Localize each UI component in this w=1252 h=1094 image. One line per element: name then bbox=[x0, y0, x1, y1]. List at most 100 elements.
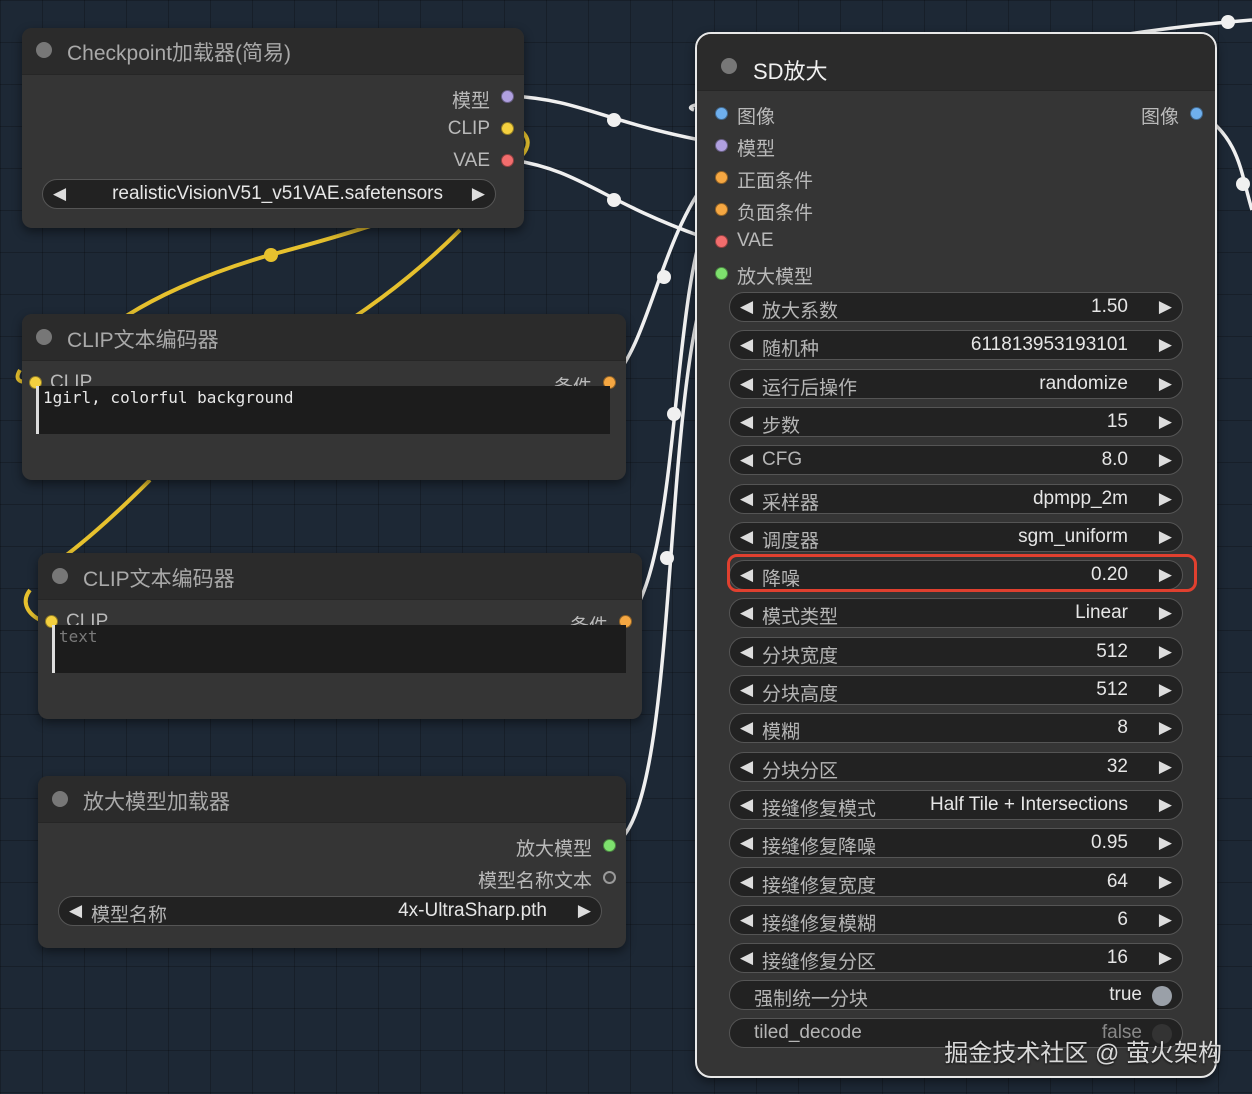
arrow-right-icon[interactable]: ▶ bbox=[1159, 527, 1172, 547]
widget-row[interactable]: ◀ 运行后操作 randomize ▶ bbox=[729, 368, 1183, 399]
watermark: 掘金技术社区 @ 萤火架构 bbox=[944, 1040, 1222, 1067]
arrow-right-icon[interactable]: ▶ bbox=[1159, 450, 1172, 470]
arrow-right-icon[interactable]: ▶ bbox=[1159, 718, 1172, 738]
node-header[interactable]: CLIP文本编码器 bbox=[38, 553, 642, 600]
checkpoint-loader-node[interactable]: Checkpoint加载器(简易) 模型 CLIP VAE ◀ realisti… bbox=[22, 28, 524, 228]
model-input-slot-icon[interactable] bbox=[715, 139, 728, 152]
arrow-left-icon[interactable]: ◀ bbox=[740, 489, 753, 509]
arrow-right-icon[interactable]: ▶ bbox=[1159, 872, 1172, 892]
node-header[interactable]: SD放大 bbox=[697, 34, 1215, 91]
widget-row[interactable]: ◀ 放大系数 1.50 ▶ bbox=[729, 292, 1183, 322]
ckpt-name-combo[interactable]: ◀ realisticVisionV51_v51VAE.safetensors … bbox=[42, 179, 496, 209]
arrow-right-icon[interactable]: ▶ bbox=[1159, 297, 1172, 317]
arrow-left-icon[interactable]: ◀ bbox=[740, 374, 753, 394]
negative-input-slot-icon[interactable] bbox=[715, 203, 728, 216]
arrow-left-icon[interactable]: ◀ bbox=[740, 412, 753, 432]
image-output-slot-icon[interactable] bbox=[1190, 107, 1203, 120]
arrow-right-icon[interactable]: ▶ bbox=[1159, 757, 1172, 777]
arrow-left-icon[interactable]: ◀ bbox=[740, 450, 753, 470]
arrow-left-icon[interactable]: ◀ bbox=[53, 184, 66, 204]
widget-value: 6 bbox=[1117, 908, 1128, 930]
widget-row[interactable]: ◀ 模式类型 Linear ▶ bbox=[729, 598, 1183, 629]
collapse-dot-icon[interactable] bbox=[52, 791, 68, 807]
widget-row[interactable]: ◀ 分块分区 32 ▶ bbox=[729, 751, 1183, 782]
arrow-right-icon[interactable]: ▶ bbox=[1159, 412, 1172, 432]
widget-row[interactable]: ◀ 接缝修复宽度 64 ▶ bbox=[729, 866, 1183, 897]
arrow-left-icon[interactable]: ◀ bbox=[740, 603, 753, 623]
arrow-left-icon[interactable]: ◀ bbox=[740, 757, 753, 777]
widget-row[interactable]: ◀ 采样器 dpmpp_2m ▶ bbox=[729, 483, 1183, 514]
positive-input-slot-icon[interactable] bbox=[715, 171, 728, 184]
arrow-left-icon[interactable]: ◀ bbox=[740, 335, 753, 355]
widget-row[interactable]: ◀ 分块高度 512 ▶ bbox=[729, 675, 1183, 705]
arrow-left-icon[interactable]: ◀ bbox=[740, 910, 753, 930]
collapse-dot-icon[interactable] bbox=[36, 329, 52, 345]
arrow-left-icon[interactable]: ◀ bbox=[69, 901, 82, 921]
widget-row[interactable]: ◀ CFG 8.0 ▶ bbox=[729, 445, 1183, 476]
arrow-left-icon[interactable]: ◀ bbox=[740, 680, 753, 700]
arrow-right-icon[interactable]: ▶ bbox=[472, 184, 485, 204]
node-header[interactable]: 放大模型加载器 bbox=[38, 776, 626, 823]
widget-label: 采样器 bbox=[762, 492, 820, 514]
arrow-right-icon[interactable]: ▶ bbox=[1159, 603, 1172, 623]
arrow-right-icon[interactable]: ▶ bbox=[1159, 795, 1172, 815]
arrow-right-icon[interactable]: ▶ bbox=[1159, 833, 1172, 853]
toggle-knob-icon[interactable] bbox=[1152, 986, 1172, 1006]
collapse-dot-icon[interactable] bbox=[36, 42, 52, 58]
node-header[interactable]: CLIP文本编码器 bbox=[22, 314, 626, 361]
arrow-right-icon[interactable]: ▶ bbox=[578, 901, 591, 921]
clip-slot-icon[interactable] bbox=[501, 122, 514, 135]
widget-value: 64 bbox=[1106, 870, 1128, 892]
widget-row[interactable]: ◀ 调度器 sgm_uniform ▶ bbox=[729, 521, 1183, 552]
arrow-left-icon[interactable]: ◀ bbox=[740, 872, 753, 892]
widget-value: 611813953193101 bbox=[970, 334, 1128, 356]
widget-row[interactable]: ◀ 接缝修复模式 Half Tile + Intersections ▶ bbox=[729, 789, 1183, 820]
arrow-right-icon[interactable]: ▶ bbox=[1159, 948, 1172, 968]
model-slot-icon[interactable] bbox=[501, 90, 514, 103]
arrow-left-icon[interactable]: ◀ bbox=[740, 718, 753, 738]
node-header[interactable]: Checkpoint加载器(简易) bbox=[22, 28, 524, 75]
prompt-textarea[interactable]: 1girl, colorful background bbox=[36, 386, 610, 434]
prompt-textarea[interactable]: text bbox=[52, 625, 626, 673]
image-input-slot-icon[interactable] bbox=[715, 107, 728, 120]
collapse-dot-icon[interactable] bbox=[52, 568, 68, 584]
arrow-left-icon[interactable]: ◀ bbox=[740, 833, 753, 853]
arrow-left-icon[interactable]: ◀ bbox=[740, 948, 753, 968]
vae-slot-icon[interactable] bbox=[501, 154, 514, 167]
arrow-right-icon[interactable]: ▶ bbox=[1159, 642, 1172, 662]
vae-input-slot-icon[interactable] bbox=[715, 235, 728, 248]
output-label-vae: VAE bbox=[453, 150, 490, 171]
upscale-model-loader-node[interactable]: 放大模型加载器 放大模型 模型名称文本 ◀ 模型名称 4x-UltraSharp… bbox=[38, 776, 626, 948]
arrow-left-icon[interactable]: ◀ bbox=[740, 527, 753, 547]
widget-row[interactable]: ◀ 接缝修复分区 16 ▶ bbox=[729, 943, 1183, 974]
widget-label: 分块分区 bbox=[762, 760, 839, 782]
widget-row[interactable]: ◀ 模糊 8 ▶ bbox=[729, 713, 1183, 744]
widget-row[interactable]: ◀ 步数 15 ▶ bbox=[729, 406, 1183, 437]
arrow-right-icon[interactable]: ▶ bbox=[1159, 910, 1172, 930]
widget-label: 接缝修复分区 bbox=[762, 952, 877, 974]
denoise-highlight-box bbox=[727, 554, 1197, 592]
widget-row[interactable]: ◀ 接缝修复降噪 0.95 ▶ bbox=[729, 828, 1183, 859]
arrow-left-icon[interactable]: ◀ bbox=[740, 795, 753, 815]
widget-row[interactable]: ◀ 分块宽度 512 ▶ bbox=[729, 636, 1183, 667]
collapse-dot-icon[interactable] bbox=[721, 58, 737, 74]
widget-row[interactable]: ◀ 随机种 611813953193101 ▶ bbox=[729, 330, 1183, 361]
widget-label: 分块高度 bbox=[762, 684, 839, 705]
widget-row[interactable]: ◀ 接缝修复模糊 6 ▶ bbox=[729, 904, 1183, 935]
output-label-conditioning: 条件 bbox=[570, 611, 608, 625]
clip-text-encode-node-negative[interactable]: CLIP文本编码器 CLIP 条件 text bbox=[38, 553, 642, 719]
clip-text-encode-node-positive[interactable]: CLIP文本编码器 CLIP 条件 1girl, colorful backgr… bbox=[22, 314, 626, 480]
arrow-right-icon[interactable]: ▶ bbox=[1159, 489, 1172, 509]
widget-label: 放大系数 bbox=[762, 301, 839, 322]
upscale-model-input-slot-icon[interactable] bbox=[715, 267, 728, 280]
arrow-right-icon[interactable]: ▶ bbox=[1159, 335, 1172, 355]
widget-value: randomize bbox=[1039, 372, 1128, 394]
upscale-model-slot-icon[interactable] bbox=[603, 839, 616, 852]
arrow-right-icon[interactable]: ▶ bbox=[1159, 374, 1172, 394]
arrow-left-icon[interactable]: ◀ bbox=[740, 297, 753, 317]
model-name-combo[interactable]: ◀ 模型名称 4x-UltraSharp.pth ▶ bbox=[58, 896, 602, 926]
arrow-left-icon[interactable]: ◀ bbox=[740, 642, 753, 662]
string-slot-icon[interactable] bbox=[603, 871, 616, 884]
force-uniform-tiles-toggle[interactable]: 强制统一分块 true bbox=[729, 980, 1183, 1010]
arrow-right-icon[interactable]: ▶ bbox=[1159, 680, 1172, 700]
